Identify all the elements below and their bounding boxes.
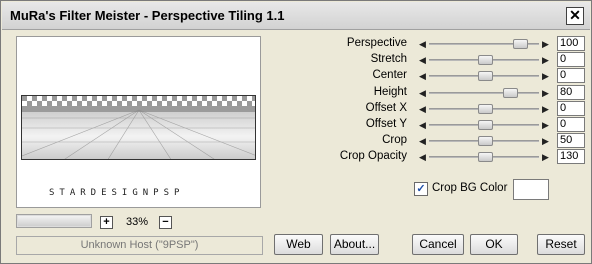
center-value-field[interactable]: 0 — [557, 68, 585, 84]
slider-right-arrow-icon[interactable]: ▶ — [540, 118, 551, 132]
slider-thumb[interactable] — [478, 55, 494, 66]
slider-left-arrow-icon[interactable]: ◀ — [417, 53, 428, 67]
preview-image[interactable] — [21, 95, 256, 160]
preview-scrollbar[interactable] — [16, 214, 92, 228]
offset-y-label: Offset Y — [365, 118, 407, 130]
offset-y-slider[interactable]: ◀ ▶ — [417, 118, 551, 132]
slider-track[interactable] — [429, 91, 539, 94]
slider-left-arrow-icon[interactable]: ◀ — [417, 86, 428, 100]
crop-label: Crop — [382, 134, 407, 147]
about-button[interactable]: About... — [330, 234, 379, 255]
slider-right-arrow-icon[interactable]: ▶ — [540, 53, 551, 67]
offset-x-value-field[interactable]: 0 — [557, 100, 585, 116]
slider-thumb[interactable] — [478, 120, 494, 130]
crop-bg-color-swatch[interactable] — [513, 179, 549, 200]
stretch-label: Stretch — [370, 53, 407, 66]
offset-x-label: Offset X — [365, 101, 407, 114]
slider-thumb[interactable] — [478, 71, 494, 82]
slider-left-arrow-icon[interactable]: ◀ — [417, 150, 428, 164]
center-label: Center — [372, 69, 407, 82]
perspective-label: Perspective — [346, 37, 407, 49]
perspective-slider[interactable]: ◀ ▶ — [417, 37, 551, 51]
slider-left-arrow-icon[interactable]: ◀ — [417, 37, 428, 51]
preview-panel: STARDESIGNPSP — [16, 36, 261, 208]
slider-left-arrow-icon[interactable]: ◀ — [417, 69, 428, 83]
slider-right-arrow-icon[interactable]: ▶ — [540, 102, 551, 116]
zoom-in-button[interactable]: + — [100, 216, 113, 229]
crop-opacity-slider[interactable]: ◀ ▶ — [417, 150, 551, 164]
crop-opacity-label: Crop Opacity — [339, 150, 407, 163]
ok-button[interactable]: OK — [470, 234, 518, 255]
zoom-level: 33% — [126, 216, 149, 228]
watermark-text: STARDESIGNPSP — [49, 188, 185, 198]
title-bar[interactable]: MuRa's Filter Meister - Perspective Tili… — [2, 2, 590, 30]
close-button[interactable]: ✕ — [566, 7, 584, 25]
zoom-out-button[interactable]: − — [159, 216, 172, 229]
crop-slider[interactable]: ◀ ▶ — [417, 134, 551, 148]
height-label: Height — [373, 85, 407, 98]
slider-left-arrow-icon[interactable]: ◀ — [417, 102, 428, 116]
perspective-value-field[interactable]: 100 — [557, 36, 585, 51]
slider-left-arrow-icon[interactable]: ◀ — [417, 118, 428, 132]
crop-value-field[interactable]: 50 — [557, 133, 585, 149]
stretch-value-field[interactable]: 0 — [557, 52, 585, 68]
stretch-slider[interactable]: ◀ ▶ — [417, 53, 551, 67]
offset-y-value-field[interactable]: 0 — [557, 117, 585, 132]
slider-thumb[interactable] — [512, 39, 528, 49]
host-status: Unknown Host ("9PSP") — [16, 236, 263, 255]
height-value-field[interactable]: 80 — [557, 84, 585, 100]
web-button[interactable]: Web — [274, 234, 323, 255]
reset-button[interactable]: Reset — [537, 234, 585, 255]
slider-right-arrow-icon[interactable]: ▶ — [540, 150, 551, 164]
slider-right-arrow-icon[interactable]: ▶ — [540, 86, 551, 100]
crop-bg-label: Crop BG Color — [432, 182, 508, 194]
dialog-client: STARDESIGNPSP + 33% − Unknown Host ("9PS… — [2, 31, 590, 263]
center-slider[interactable]: ◀ ▶ — [417, 69, 551, 83]
offset-x-slider[interactable]: ◀ ▶ — [417, 102, 551, 116]
filter-dialog: MuRa's Filter Meister - Perspective Tili… — [0, 0, 592, 264]
slider-thumb[interactable] — [503, 87, 519, 98]
height-slider[interactable]: ◀ ▶ — [417, 86, 551, 100]
slider-thumb[interactable] — [478, 136, 494, 147]
slider-thumb[interactable] — [478, 103, 494, 114]
slider-right-arrow-icon[interactable]: ▶ — [540, 134, 551, 148]
cancel-button[interactable]: Cancel — [412, 234, 464, 255]
slider-thumb[interactable] — [478, 152, 494, 163]
slider-left-arrow-icon[interactable]: ◀ — [417, 134, 428, 148]
slider-right-arrow-icon[interactable]: ▶ — [540, 69, 551, 83]
slider-right-arrow-icon[interactable]: ▶ — [540, 37, 551, 51]
window-title: MuRa's Filter Meister - Perspective Tili… — [10, 8, 285, 23]
perspective-tiling-preview — [22, 96, 255, 159]
crop-bg-checkbox[interactable]: ✓ — [414, 182, 428, 196]
crop-opacity-value-field[interactable]: 130 — [557, 149, 585, 165]
